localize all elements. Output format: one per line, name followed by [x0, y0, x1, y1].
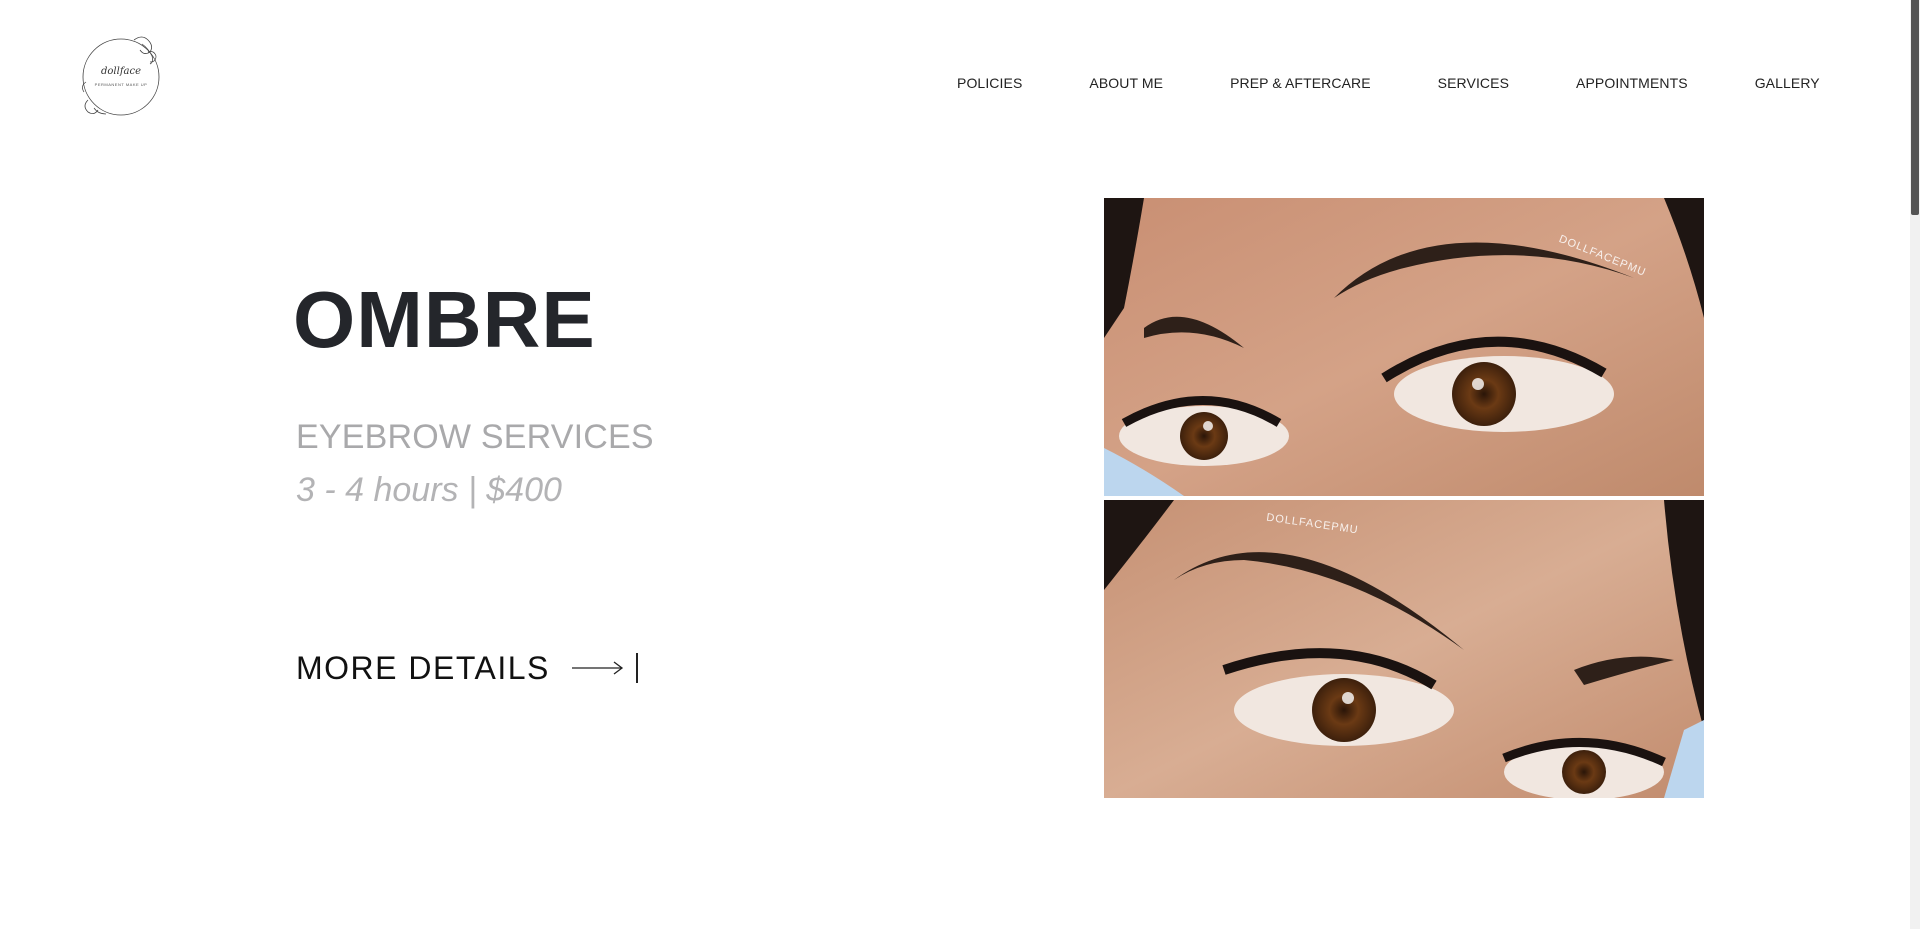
eyes-illustration-bottom [1104, 500, 1704, 798]
nav-item-services[interactable]: SERVICES [1438, 75, 1509, 91]
page: dollface PERMANENT MAKE UP POLICIES ABOU… [0, 0, 1920, 929]
nav-item-gallery[interactable]: GALLERY [1755, 75, 1820, 91]
service-title: OMBRE [293, 275, 596, 364]
nav-item-about-me[interactable]: ABOUT ME [1089, 75, 1163, 91]
logo-script-text: dollface [101, 66, 141, 77]
photo-panel-bottom: DOLLFACEPMU [1104, 500, 1704, 798]
page-scrollbar[interactable] [1910, 0, 1920, 929]
vertical-bar-icon [635, 653, 638, 683]
more-details-link[interactable]: MORE DETAILS [296, 652, 638, 684]
photo-panel-top: DOLLFACEPMU [1104, 198, 1704, 496]
eyes-illustration-top [1104, 198, 1704, 496]
arrow-right-icon [571, 661, 623, 675]
nav-item-appointments[interactable]: APPOINTMENTS [1576, 75, 1688, 91]
main-nav: POLICIES ABOUT ME PREP & AFTERCARE SERVI… [957, 75, 1820, 91]
service-duration-price: 3 - 4 hours | $400 [296, 471, 562, 509]
more-details-label: MORE DETAILS [296, 650, 550, 686]
ombre-brow-photo: DOLLFACEPMU DOLLFACEPMU [1104, 198, 1704, 798]
nav-item-policies[interactable]: POLICIES [957, 75, 1022, 91]
nav-item-prep-aftercare[interactable]: PREP & AFTERCARE [1230, 75, 1371, 91]
service-category: EYEBROW SERVICES [296, 418, 654, 456]
brand-logo[interactable]: dollface PERMANENT MAKE UP [76, 30, 166, 120]
scrollbar-thumb[interactable] [1911, 0, 1919, 215]
logo-subtitle-text: PERMANENT MAKE UP [94, 82, 148, 87]
